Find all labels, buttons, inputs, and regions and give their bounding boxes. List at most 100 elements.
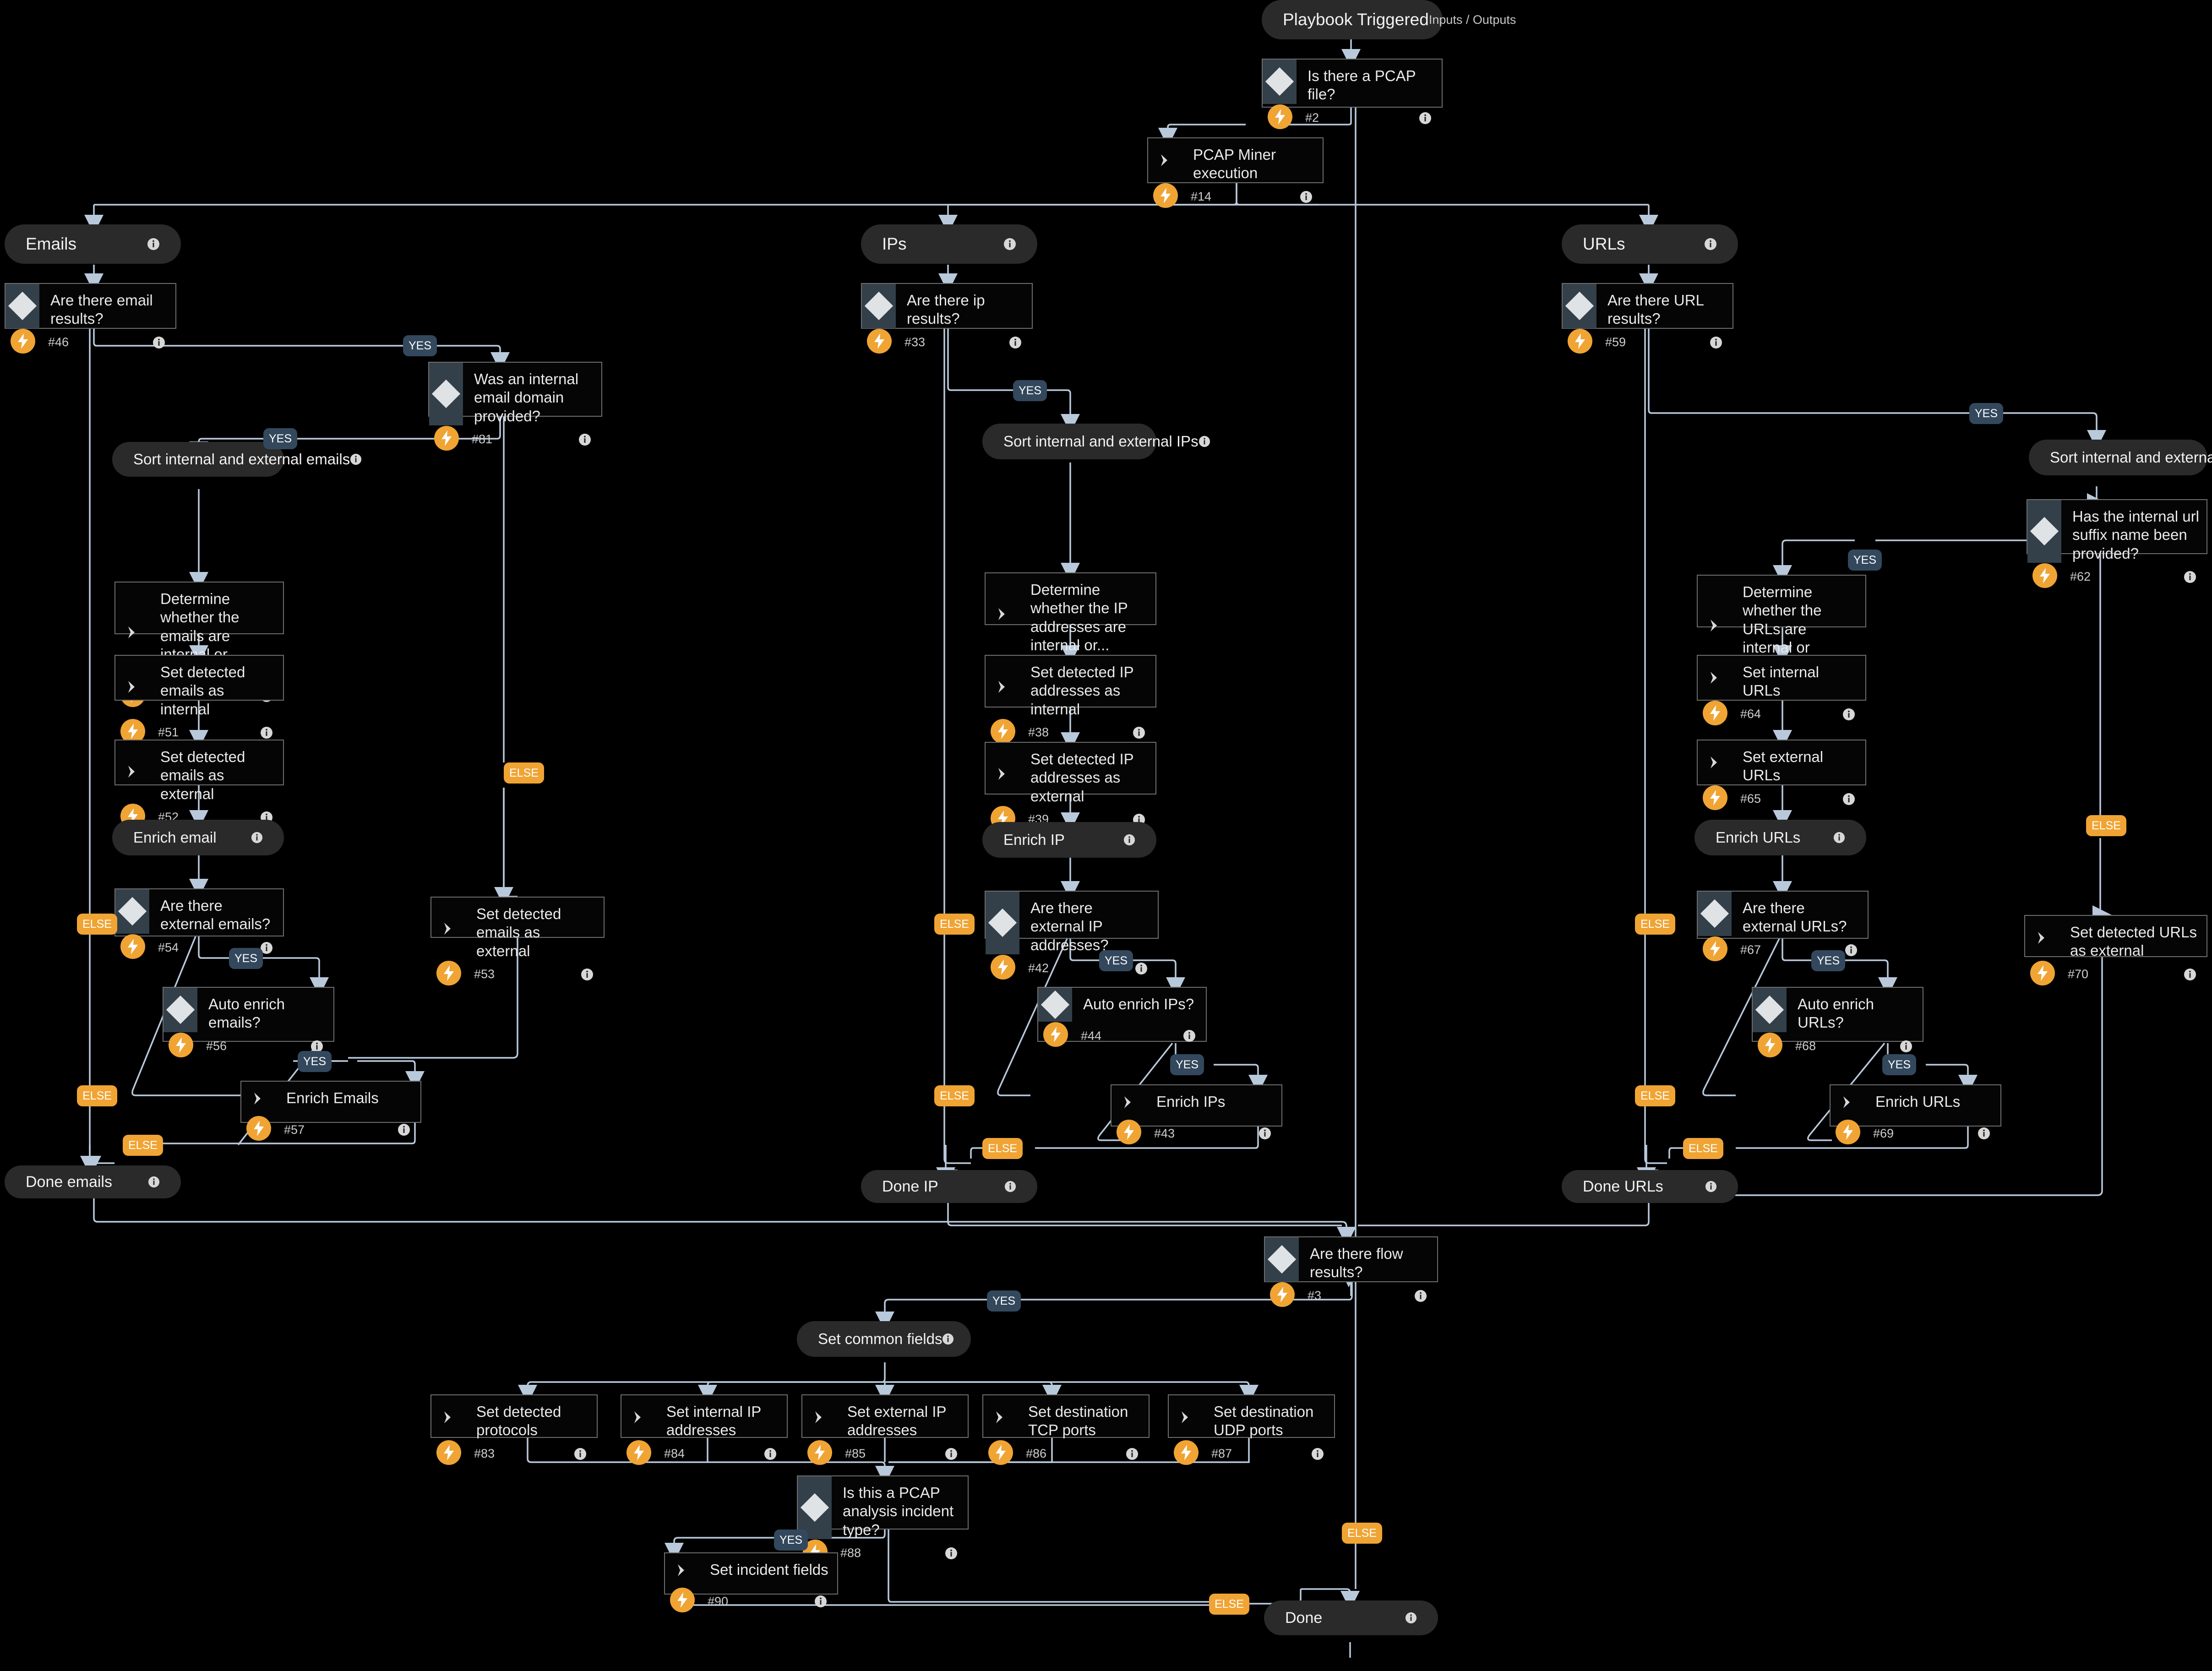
node-emails-section[interactable]: Emails xyxy=(5,224,181,264)
node-set-detected-urls-as-external[interactable]: Set detected URLs as external #70 xyxy=(2024,915,2207,985)
node-is-this-a-pcap-analysis-incident-type[interactable]: Is this a PCAP analysis incident type? #… xyxy=(797,1475,969,1564)
badge-else: ELSE xyxy=(934,914,975,935)
node-done-ip[interactable]: Done IP xyxy=(861,1170,1037,1203)
node-enrich-ip[interactable]: Enrich IP xyxy=(982,822,1156,858)
node-are-there-external-urls[interactable]: Are there external URLs? #67 xyxy=(1697,891,1869,961)
info-icon[interactable] xyxy=(260,726,273,739)
node-has-the-internal-url-suffix-name-been-provided[interactable]: Has the internal url suffix name been pr… xyxy=(2027,499,2207,588)
node-enrich-emails[interactable]: Enrich Emails #57 xyxy=(240,1081,421,1141)
info-icon[interactable] xyxy=(1833,832,1845,844)
info-icon[interactable] xyxy=(1199,435,1210,447)
node-sort-internal-and-external-urls[interactable]: Sort internal and external urls xyxy=(2029,440,2212,475)
info-icon[interactable] xyxy=(1135,962,1148,975)
info-icon[interactable] xyxy=(1300,191,1313,203)
node-auto-enrich-emails[interactable]: Auto enrich emails? #56 xyxy=(163,987,334,1057)
node-determine-whether-the-emails-are-internal-or-external[interactable]: Determine whether the emails are interna… xyxy=(114,582,284,708)
info-icon[interactable] xyxy=(148,1176,160,1188)
node-sort-internal-and-external-ips[interactable]: Sort internal and external IPs xyxy=(982,424,1210,459)
node-ips-section[interactable]: IPs xyxy=(861,224,1037,264)
node-done-urls[interactable]: Done URLs xyxy=(1562,1170,1738,1203)
info-icon[interactable] xyxy=(2184,968,2196,981)
info-icon[interactable] xyxy=(398,1123,410,1136)
node-pcap-miner-execution[interactable]: PCAP Miner execution #14 xyxy=(1147,137,1324,208)
node-set-detected-protocols[interactable]: Set detected protocols #83 xyxy=(430,1394,598,1465)
info-icon[interactable] xyxy=(945,1448,958,1460)
info-icon[interactable] xyxy=(1842,708,1855,721)
info-icon[interactable] xyxy=(1900,1040,1912,1053)
node-set-detected-emails-as-internal[interactable]: Set detected emails as internal #51 xyxy=(114,655,284,744)
node-id: #38 xyxy=(1028,725,1049,740)
node-set-common-fields[interactable]: Set common fields xyxy=(797,1321,971,1357)
node-set-external-ip-addresses[interactable]: Set external IP addresses #85 xyxy=(801,1394,969,1465)
node-are-there-external-emails[interactable]: Are there external emails? #54 xyxy=(114,888,284,959)
node-are-there-email-results[interactable]: Are there email results? #46 xyxy=(5,283,176,354)
node-set-detected-ip-addresses-as-external[interactable]: Set detected IP addresses as external #3… xyxy=(985,742,1156,831)
info-icon[interactable] xyxy=(814,1595,827,1608)
info-icon[interactable] xyxy=(251,832,263,844)
info-icon[interactable] xyxy=(764,1448,777,1460)
info-icon[interactable] xyxy=(945,1547,958,1560)
node-title: Sort internal and external urls xyxy=(2050,449,2212,466)
info-icon[interactable] xyxy=(1009,336,1022,349)
node-set-detected-ip-addresses-as-internal[interactable]: Set detected IP addresses as internal #3… xyxy=(985,655,1156,744)
node-are-there-external-ip-addresses[interactable]: Are there external IP addresses? #42 xyxy=(985,891,1159,980)
info-icon[interactable] xyxy=(942,1333,954,1345)
info-icon[interactable] xyxy=(1259,1127,1271,1140)
info-icon[interactable] xyxy=(581,968,594,981)
node-urls-section[interactable]: URLs xyxy=(1562,224,1738,264)
info-icon[interactable] xyxy=(1842,793,1855,806)
chevron-right-icon xyxy=(802,1395,836,1440)
node-set-internal-ip-addresses[interactable]: Set internal IP addresses #84 xyxy=(621,1394,788,1465)
info-icon[interactable] xyxy=(578,433,591,446)
node-enrich-urls[interactable]: Enrich URLs #69 xyxy=(1830,1084,2001,1144)
info-icon[interactable] xyxy=(574,1448,587,1460)
node-is-there-a-pcap-file[interactable]: Is there a PCAP file? #2 xyxy=(1262,59,1443,129)
node-determine-whether-the-ip-addresses-are-internal-or[interactable]: Determine whether the IP addresses are i… xyxy=(985,572,1156,680)
node-auto-enrich-urls[interactable]: Auto enrich URLs? #68 xyxy=(1752,987,1923,1057)
info-icon[interactable] xyxy=(2184,571,2196,583)
node-are-there-url-results[interactable]: Are there URL results? #59 xyxy=(1562,283,1733,354)
info-icon[interactable] xyxy=(1126,1448,1139,1460)
chevron-right-icon xyxy=(986,573,1019,654)
node-set-detected-emails-as-external-alt[interactable]: Set detected emails as external #53 xyxy=(430,897,605,985)
info-icon[interactable] xyxy=(1123,834,1135,846)
info-icon[interactable] xyxy=(1710,336,1722,349)
node-playbook-triggered[interactable]: Playbook Triggered Inputs / Outputs xyxy=(1262,0,1516,39)
info-icon[interactable] xyxy=(1133,726,1145,739)
node-done[interactable]: Done xyxy=(1264,1600,1438,1635)
info-icon[interactable] xyxy=(1311,1448,1324,1460)
node-set-destination-tcp-ports[interactable]: Set destination TCP ports #86 xyxy=(982,1394,1150,1465)
node-id: #33 xyxy=(904,335,926,349)
node-auto-enrich-ips[interactable]: Auto enrich IPs? #44 xyxy=(1037,987,1207,1047)
node-enrich-ips[interactable]: Enrich IPs #43 xyxy=(1111,1084,1282,1144)
info-icon[interactable] xyxy=(350,453,362,465)
node-set-incident-fields[interactable]: Set incident fields #90 xyxy=(664,1552,838,1612)
node-set-detected-emails-as-external[interactable]: Set detected emails as external #52 xyxy=(114,740,284,828)
node-set-internal-urls[interactable]: Set internal URLs #64 xyxy=(1697,655,1866,725)
node-set-external-urls[interactable]: Set external URLs #65 xyxy=(1697,740,1866,810)
info-icon[interactable] xyxy=(1003,238,1016,250)
info-icon[interactable] xyxy=(1705,1181,1717,1192)
badge-yes: YES xyxy=(1848,550,1882,571)
node-determine-whether-the-urls-are-internal-or-external[interactable]: Determine whether the URLs are internal … xyxy=(1697,575,1866,701)
node-set-destination-udp-ports[interactable]: Set destination UDP ports #87 xyxy=(1168,1394,1335,1465)
info-icon[interactable] xyxy=(1183,1029,1196,1042)
info-icon[interactable] xyxy=(1978,1127,1990,1140)
node-enrich-urls-section[interactable]: Enrich URLs xyxy=(1694,820,1866,855)
info-icon[interactable] xyxy=(1004,1181,1016,1192)
inputs-outputs-link[interactable]: Inputs / Outputs xyxy=(1429,13,1516,27)
node-are-there-ip-results[interactable]: Are there ip results? #33 xyxy=(861,283,1033,354)
info-icon[interactable] xyxy=(153,336,165,349)
info-icon[interactable] xyxy=(1414,1290,1427,1302)
info-icon[interactable] xyxy=(147,238,160,250)
info-icon[interactable] xyxy=(1405,1612,1417,1624)
node-sort-internal-and-external-emails[interactable]: Sort internal and external emails xyxy=(112,442,362,477)
node-are-there-flow-results[interactable]: Are there flow results? #3 xyxy=(1264,1236,1438,1307)
info-icon[interactable] xyxy=(1419,112,1432,125)
node-done-emails[interactable]: Done emails xyxy=(5,1165,181,1198)
node-enrich-email[interactable]: Enrich email xyxy=(112,820,284,855)
info-icon[interactable] xyxy=(1845,944,1858,957)
lightning-bolt-icon xyxy=(246,1116,271,1141)
info-icon[interactable] xyxy=(1704,238,1717,250)
node-was-an-internal-email-domain-provided[interactable]: Was an internal email domain provided? #… xyxy=(428,362,602,451)
